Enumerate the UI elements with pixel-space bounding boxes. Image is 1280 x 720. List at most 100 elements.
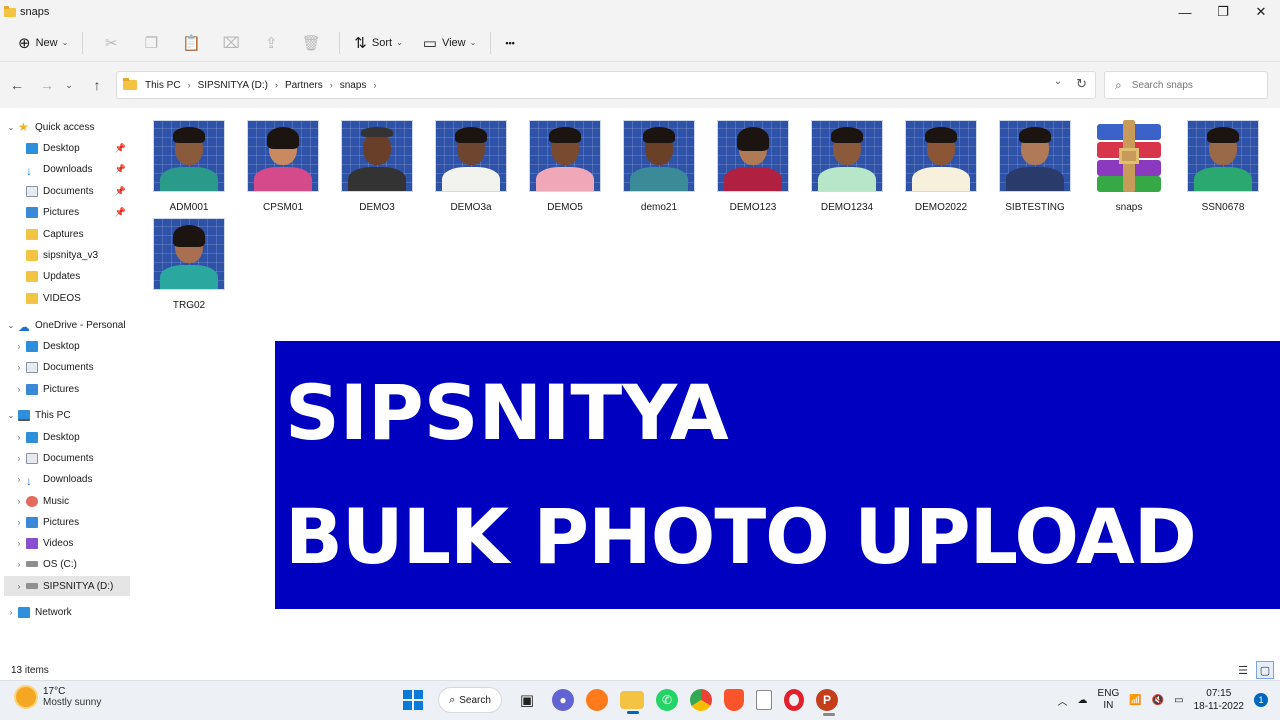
chevron-right-icon[interactable]: › [12, 539, 26, 548]
powerpoint-icon[interactable]: P [816, 689, 838, 716]
chevron-down-icon[interactable]: ⌄ [4, 321, 18, 330]
sidebar-item-onedrive-pictures[interactable]: › Pictures [12, 379, 130, 399]
chevron-right-icon[interactable]: › [4, 608, 18, 617]
close-button[interactable]: ✕ [1242, 0, 1280, 24]
more-options-button[interactable]: ••• [499, 28, 520, 58]
chevron-down-icon[interactable]: ⌄ [4, 411, 18, 420]
cut-icon[interactable]: ✂ [91, 28, 131, 58]
whatsapp-icon[interactable]: ✆ [656, 689, 678, 711]
chevron-right-icon[interactable]: › [12, 582, 26, 591]
language-indicator[interactable]: ENG IN [1098, 688, 1120, 712]
onedrive-cloud-icon[interactable]: ☁ [1078, 695, 1088, 706]
chevron-right-icon[interactable]: › [12, 497, 26, 506]
teams-chat-icon[interactable]: ● [552, 689, 574, 711]
search-box[interactable]: ⌕ Search snaps [1104, 71, 1268, 99]
paste-icon[interactable]: 📋 [171, 28, 211, 58]
chevron-right-icon[interactable]: › [188, 80, 191, 90]
up-arrow-icon[interactable]: ↑ [86, 74, 108, 96]
sidebar-item-sipsnitya-d[interactable]: › SIPSNITYA (D:) [4, 576, 130, 596]
chevron-right-icon[interactable]: › [12, 560, 26, 569]
firefox-icon[interactable] [586, 689, 608, 711]
file-item[interactable]: DEMO123 [708, 120, 798, 213]
task-view-icon[interactable]: ▣ [514, 687, 540, 713]
sidebar-item-sipsnitya-v3[interactable]: sipsnitya_v3 [26, 245, 130, 265]
breadcrumb-this-pc[interactable]: This PC [145, 80, 181, 91]
file-item[interactable]: DEMO3a [426, 120, 516, 213]
breadcrumb-drive[interactable]: SIPSNITYA (D:) [198, 80, 268, 91]
volume-muted-icon[interactable]: 🔇 [1152, 695, 1164, 706]
sidebar-item-pc-pictures[interactable]: › Pictures [12, 512, 130, 532]
breadcrumb-partners[interactable]: Partners [285, 80, 323, 91]
chevron-right-icon[interactable]: › [275, 80, 278, 90]
sidebar-item-pc-documents[interactable]: › Documents [12, 448, 130, 468]
clock[interactable]: 07:15 18-11-2022 [1194, 687, 1244, 713]
chevron-right-icon[interactable]: › [12, 475, 26, 484]
file-item[interactable]: TRG02 [144, 218, 234, 311]
battery-icon[interactable]: ▭ [1174, 695, 1183, 706]
file-item[interactable]: SIBTESTING [990, 120, 1080, 213]
address-bar[interactable]: This PC › SIPSNITYA (D:) › Partners › sn… [116, 71, 1096, 99]
sidebar-item-captures[interactable]: Captures [26, 224, 130, 244]
chevron-right-icon[interactable]: › [330, 80, 333, 90]
sidebar-item-documents[interactable]: Documents 📌 [26, 181, 130, 201]
view-button[interactable]: ▭ View ⌄ [417, 28, 483, 58]
chrome-icon[interactable] [690, 689, 712, 711]
start-windows-icon[interactable] [400, 687, 426, 713]
chevron-right-icon[interactable]: › [12, 518, 26, 527]
show-hidden-icons-chevron-icon[interactable]: ︿ [1058, 693, 1068, 708]
rename-icon[interactable]: ⌧ [211, 28, 251, 58]
file-item[interactable]: CPSM01 [238, 120, 328, 213]
chevron-right-icon[interactable]: › [12, 385, 26, 394]
sidebar-onedrive[interactable]: ⌄ ☁ OneDrive - Personal [4, 315, 134, 335]
file-item[interactable]: ADM001 [144, 120, 234, 213]
sidebar-item-music[interactable]: › Music [12, 491, 130, 511]
sort-button[interactable]: ⇅ Sort ⌄ [348, 28, 408, 58]
refresh-icon[interactable]: ↻ [1076, 76, 1087, 92]
notepad-file-icon[interactable] [756, 690, 772, 710]
sidebar-item-videos[interactable]: › Videos [12, 533, 130, 553]
chevron-right-icon[interactable]: › [12, 342, 26, 351]
sidebar-item-updates[interactable]: Updates [26, 266, 130, 286]
taskbar-search[interactable]: ⌕ Search [438, 687, 502, 713]
file-item[interactable]: snaps [1084, 120, 1174, 213]
wifi-icon[interactable]: 📶 [1129, 695, 1141, 706]
sidebar-item-desktop[interactable]: Desktop 📌 [26, 138, 130, 158]
notification-badge[interactable]: 1 [1254, 693, 1268, 707]
file-item[interactable]: DEMO5 [520, 120, 610, 213]
chevron-right-icon[interactable]: › [12, 433, 26, 442]
sidebar-item-videos-folder[interactable]: VIDEOS [26, 288, 130, 308]
chevron-right-icon[interactable]: › [12, 363, 26, 372]
file-item[interactable]: DEMO1234 [802, 120, 892, 213]
opera-icon[interactable] [784, 689, 804, 711]
sidebar-item-onedrive-documents[interactable]: › Documents [12, 357, 130, 377]
sidebar-item-os-c[interactable]: › OS (C:) [12, 554, 130, 574]
sidebar-item-pc-downloads[interactable]: › ↓ Downloads [12, 469, 130, 489]
thumbnail-view-icon[interactable]: ▢ [1256, 661, 1274, 679]
sidebar-item-onedrive-desktop[interactable]: › Desktop [12, 336, 130, 356]
maximize-button[interactable]: ❐ [1204, 0, 1242, 24]
file-item[interactable]: SSN0678 [1178, 120, 1268, 213]
chevron-right-icon[interactable]: › [12, 454, 26, 463]
share-icon[interactable]: ⇪ [251, 28, 291, 58]
history-dropdown-icon[interactable]: ⌄ [1054, 76, 1062, 92]
weather-widget[interactable]: 17°C Mostly sunny [16, 686, 101, 708]
forward-arrow-icon[interactable]: → [36, 74, 58, 96]
new-button[interactable]: ⊕ New ⌄ [12, 28, 74, 58]
sidebar-item-pictures[interactable]: Pictures 📌 [26, 202, 130, 222]
copy-icon[interactable]: ❐ [131, 28, 171, 58]
details-view-icon[interactable]: ☰ [1234, 661, 1252, 679]
chevron-right-icon[interactable]: › [373, 80, 376, 90]
file-item[interactable]: DEMO3 [332, 120, 422, 213]
recent-chevron-icon[interactable]: ⌄ [58, 74, 80, 96]
sidebar-this-pc[interactable]: ⌄ This PC [4, 405, 134, 425]
breadcrumb-snaps[interactable]: snaps [340, 80, 367, 91]
sidebar-item-downloads[interactable]: ↓ Downloads 📌 [26, 159, 130, 179]
file-item[interactable]: DEMO2022 [896, 120, 986, 213]
back-arrow-icon[interactable]: ← [6, 74, 28, 96]
sidebar-network[interactable]: › Network [4, 602, 134, 622]
file-item[interactable]: demo21 [614, 120, 704, 213]
sidebar-item-pc-desktop[interactable]: › Desktop [12, 427, 130, 447]
chevron-down-icon[interactable]: ⌄ [4, 123, 18, 132]
delete-icon[interactable]: 🗑 [291, 28, 331, 58]
brave-icon[interactable] [724, 689, 744, 711]
